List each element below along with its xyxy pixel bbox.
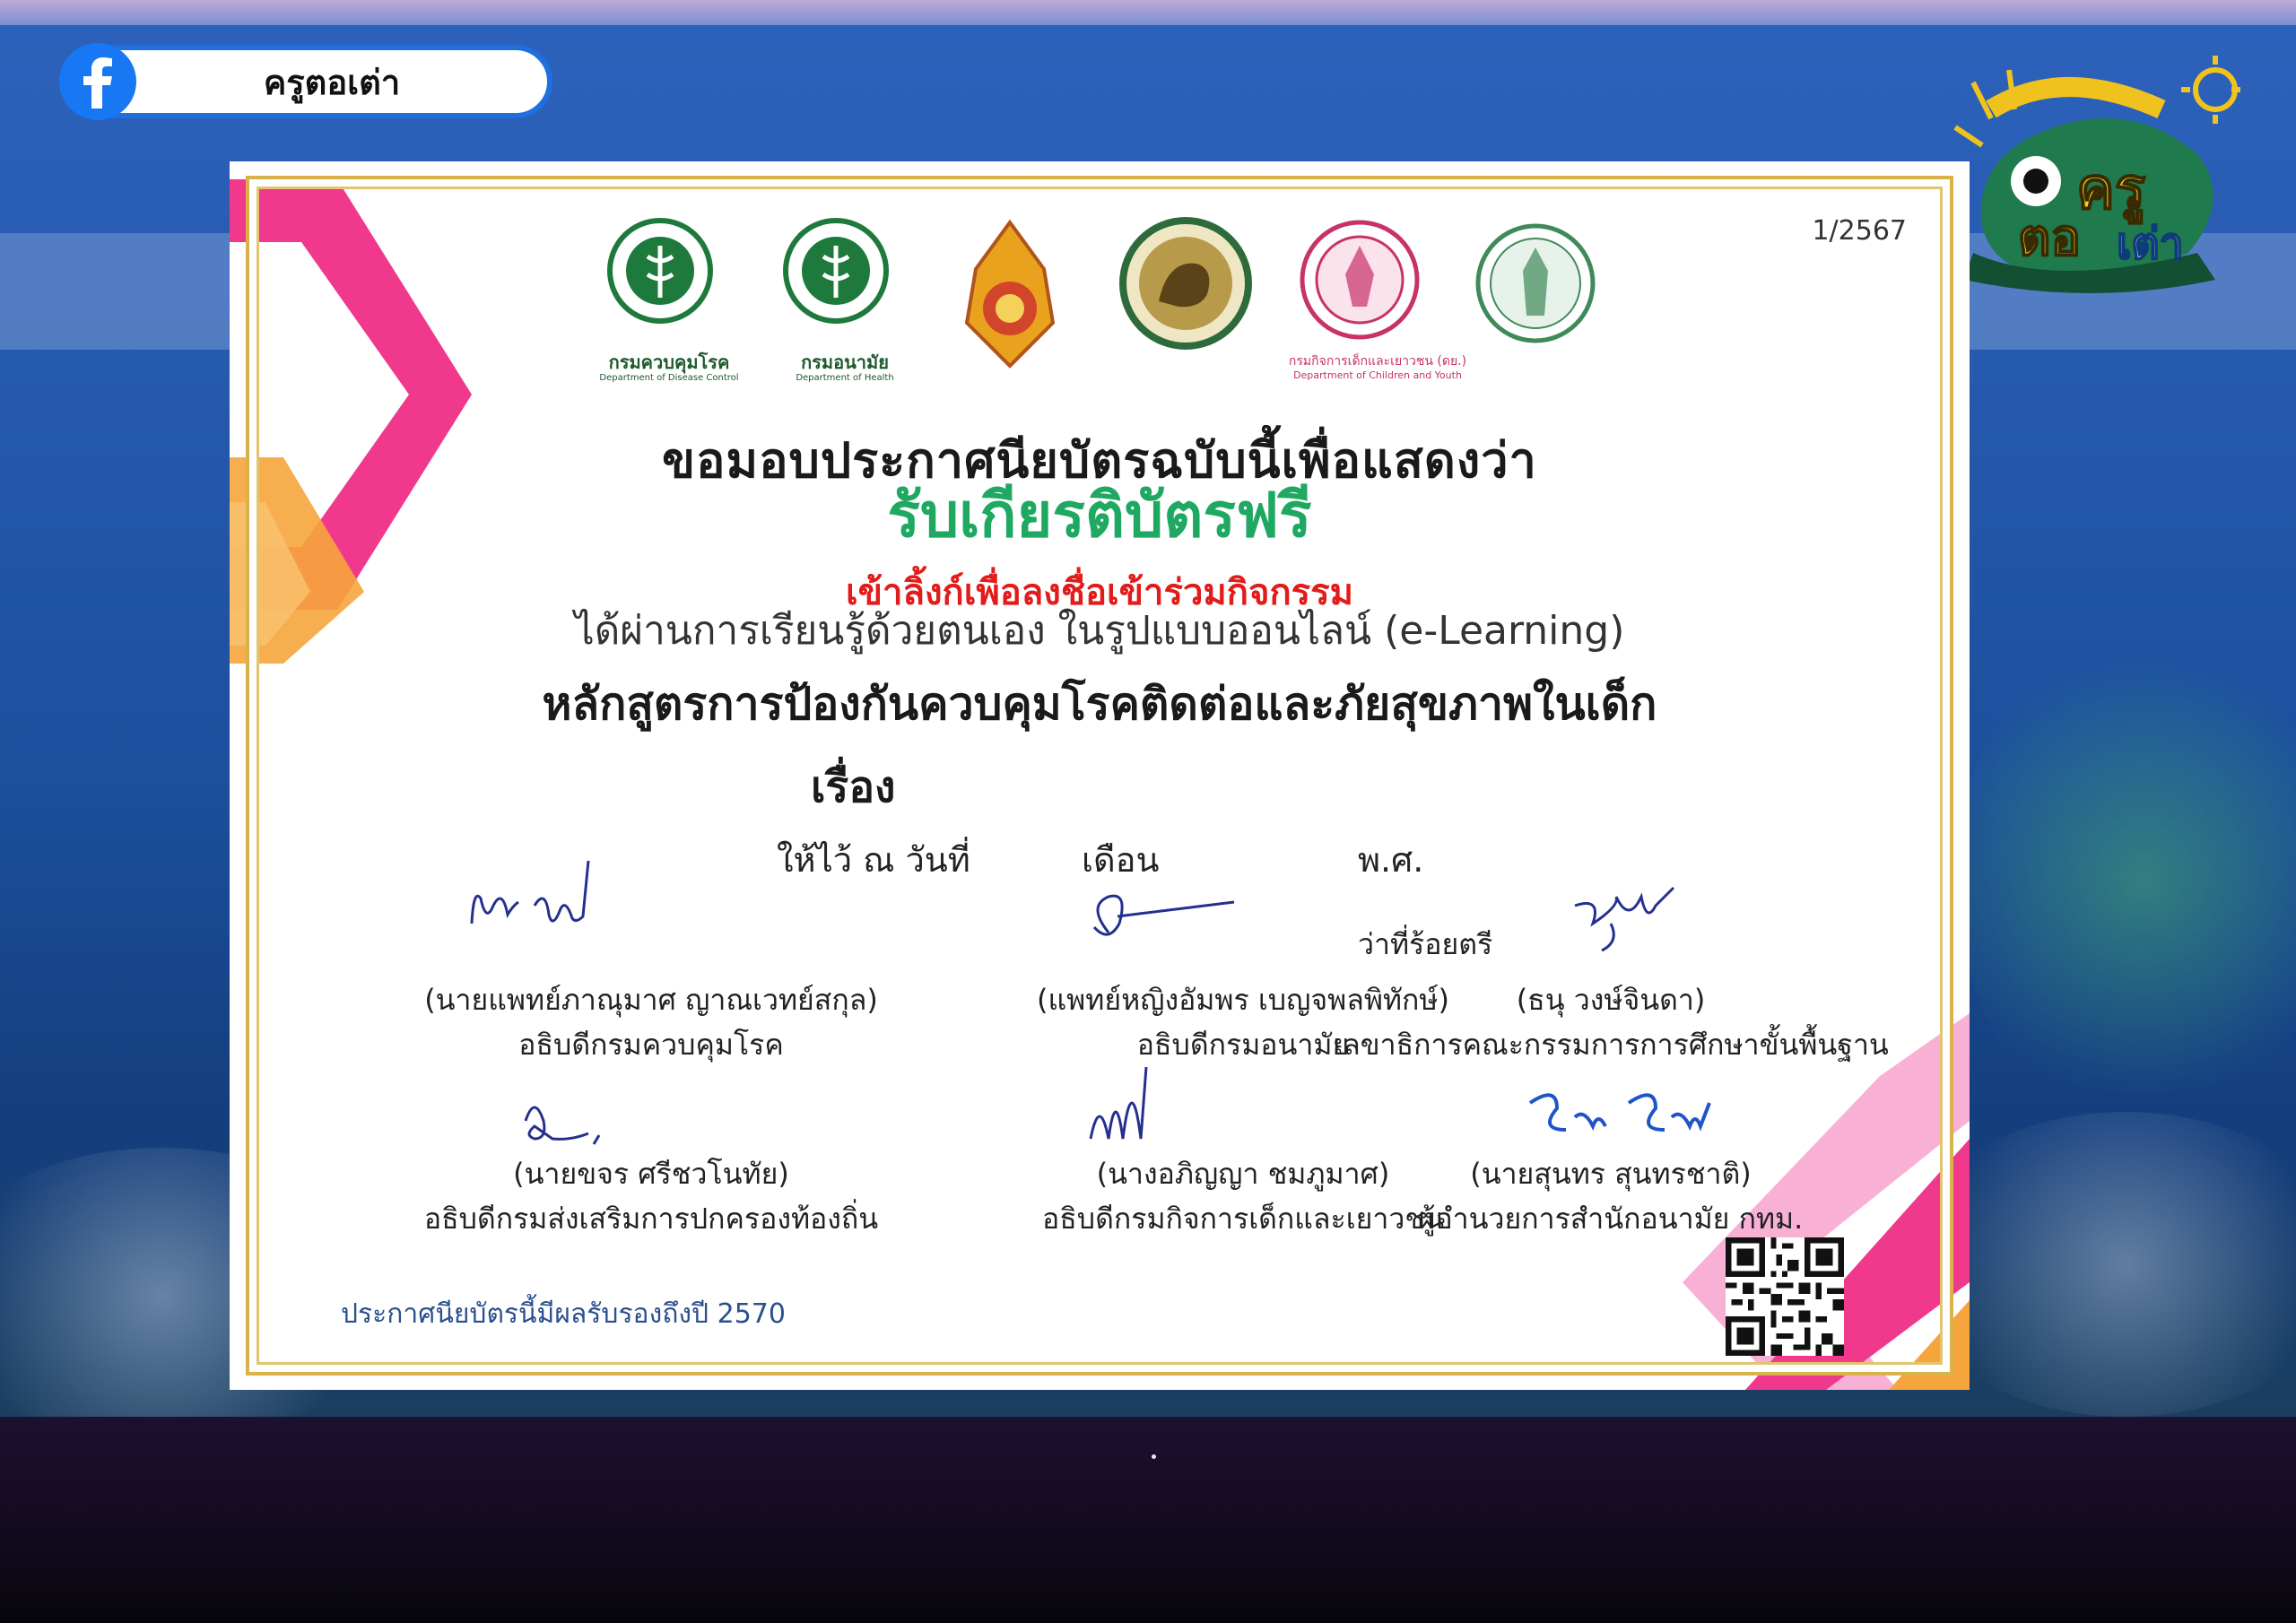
signatory-role: เลขาธิการคณะกรรมการการศึกษาขั้นพื้นฐาน [1333, 1028, 1889, 1062]
signatory-role: อธิบดีกรมส่งเสริมการปกครองท้องถิ่น [423, 1202, 879, 1236]
certificate-number: 1/2567 [1812, 215, 1907, 247]
signatory-name: (ธนุ วงษ์จินดา) [1516, 983, 1706, 1017]
facebook-page-name[interactable]: ครูตอเต่า [179, 56, 484, 109]
promo-title: รับเกียรติบัตรฟรี [887, 481, 1312, 551]
svg-text:ครู: ครู [2076, 156, 2145, 224]
signatory-role: อธิบดีกรมควบคุมโรค [518, 1028, 784, 1062]
background-top-strip [0, 0, 2296, 25]
signatory-role: ผู้อำนวยการสำนักอนามัย กทม. [1418, 1202, 1804, 1236]
video-bottom-bar [0, 1417, 2296, 1623]
seal-sublabel: Department of Disease Control [599, 373, 739, 383]
seal-sublabel: Department of Health [796, 373, 894, 383]
local-administration-seal [1114, 215, 1257, 377]
signatory-name: (นายสุนทร สุนทรชาติ) [1470, 1157, 1752, 1191]
signature-image [1089, 1066, 1148, 1140]
svg-text:ตอ: ตอ [2018, 209, 2081, 267]
date-year-label: พ.ศ. [1358, 840, 1424, 880]
basic-education-seal [938, 215, 1082, 377]
signature-image [470, 860, 590, 924]
krutortao-logo: ครู ตอ เต่า [1946, 47, 2242, 298]
topic-label: เรื่อง [811, 762, 896, 812]
progress-dot [1152, 1454, 1156, 1459]
rank-title: ว่าที่ร้อยตรี [1358, 927, 1493, 961]
qr-code[interactable] [1726, 1237, 1844, 1356]
learning-mode-text: ได้ผ่านการเรียนรู้ด้วยตนเอง ในรูปแบบออนไ… [574, 608, 1625, 654]
validity-note: ประกาศนียบัตรนี้มีผลรับรองถึงปี 2570 [341, 1298, 786, 1330]
seal-label: กรมกิจการเด็กและเยาวชน (ดย.) [1288, 354, 1467, 369]
signature-image [1528, 1093, 1711, 1132]
signature-image [524, 1106, 601, 1145]
signatory-name: (นายขจร ศรีชวโนทัย) [513, 1157, 789, 1191]
certificate: 1/2567 กรมควบคุมโรค Department of Diseas… [230, 161, 1970, 1390]
course-title: หลักสูตรการป้องกันควบคุมโรคติดต่อและภัยส… [542, 678, 1657, 730]
seal-sublabel: Department of Children and Youth [1293, 369, 1462, 381]
signature-image [1092, 894, 1235, 936]
date-given-label: ให้ไว้ ณ วันที่ [777, 840, 970, 880]
signature-image [1574, 886, 1675, 952]
svg-text:เต่า: เต่า [2117, 219, 2184, 269]
signatory-name: (นายแพทย์ภาณุมาศ ญาณเวทย์สกุล) [424, 983, 878, 1017]
facebook-icon[interactable] [59, 43, 136, 120]
